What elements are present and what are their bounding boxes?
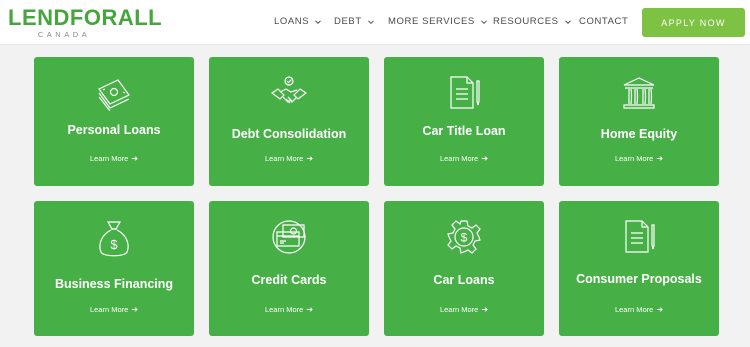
nav-loans[interactable]: LOANS (274, 16, 322, 27)
card-title: Credit Cards (251, 273, 327, 287)
card-car-loans[interactable]: $ Car Loans Learn More ➔ (384, 201, 544, 336)
learn-more-link[interactable]: Learn More ➔ (209, 305, 369, 314)
learn-more-link[interactable]: Learn More ➔ (559, 305, 719, 314)
learn-more-label: Learn More (614, 305, 654, 314)
arrow-right-icon: ➔ (306, 154, 314, 163)
nav-debt-label: DEBT (334, 16, 362, 27)
nav-more-services[interactable]: MORE SERVICES (388, 16, 488, 27)
logo[interactable]: LENDFORALL CANADA (8, 5, 163, 40)
arrow-right-icon: ➔ (656, 305, 664, 314)
learn-more-link[interactable]: Learn More ➔ (559, 154, 719, 163)
document-pen-icon (625, 220, 655, 253)
arrow-right-icon: ➔ (656, 154, 664, 163)
arrow-right-icon: ➔ (306, 305, 314, 314)
document-pen-icon (450, 76, 480, 109)
card-title: Home Equity (600, 127, 678, 141)
logo-country: CANADA (37, 30, 91, 39)
card-title: Personal Loans (67, 123, 161, 137)
svg-text:$: $ (461, 231, 468, 245)
handshake-icon (271, 76, 307, 104)
money-stack-icon (98, 79, 130, 111)
learn-more-link[interactable]: Learn More ➔ (34, 305, 194, 314)
learn-more-link[interactable]: Learn More ➔ (384, 305, 544, 314)
learn-more-label: Learn More (439, 305, 479, 314)
svg-text:$: $ (110, 237, 118, 252)
card-title: Consumer Proposals (576, 272, 702, 286)
learn-more-label: Learn More (264, 154, 304, 163)
card-title: Car Title Loan (422, 124, 506, 138)
arrow-right-icon: ➔ (131, 305, 139, 314)
nav-more-services-label: MORE SERVICES (388, 16, 475, 27)
site-header: LENDFORALL CANADA LOANS DEBT MORE SERVIC… (0, 0, 750, 45)
card-title: Debt Consolidation (231, 127, 347, 141)
learn-more-label: Learn More (264, 305, 304, 314)
nav-debt[interactable]: DEBT (334, 16, 375, 27)
logo-wordmark: LENDFORALL (8, 5, 163, 30)
apply-now-button[interactable]: APPLY NOW (642, 8, 745, 37)
card-business-financing[interactable]: $ Business Financing Learn More ➔ (34, 201, 194, 336)
bank-building-icon (623, 77, 655, 109)
card-title: Car Loans (433, 273, 495, 287)
learn-more-label: Learn More (439, 154, 479, 163)
nav-resources-label: RESOURCES (493, 16, 559, 27)
card-car-title-loan[interactable]: Car Title Loan Learn More ➔ (384, 57, 544, 186)
chevron-down-icon (315, 19, 322, 24)
nav-resources[interactable]: RESOURCES (493, 16, 572, 27)
arrow-right-icon: ➔ (481, 305, 489, 314)
learn-more-label: Learn More (89, 305, 129, 314)
chevron-down-icon (564, 19, 571, 24)
card-consumer-proposals[interactable]: Consumer Proposals Learn More ➔ (559, 201, 719, 336)
nav-contact-label: CONTACT (579, 16, 629, 27)
card-debt-consolidation[interactable]: Debt Consolidation Learn More ➔ (209, 57, 369, 186)
nav-loans-label: LOANS (274, 16, 310, 27)
learn-more-link[interactable]: Learn More ➔ (384, 154, 544, 163)
money-bag-icon: $ (99, 221, 129, 257)
chevron-down-icon (367, 19, 374, 24)
arrow-right-icon: ➔ (131, 154, 139, 163)
nav-contact[interactable]: CONTACT (579, 16, 628, 27)
arrow-right-icon: ➔ (481, 154, 489, 163)
learn-more-link[interactable]: Learn More ➔ (209, 154, 369, 163)
gear-dollar-icon: $ (447, 220, 481, 254)
card-title: Business Financing (54, 277, 174, 291)
chevron-down-icon (480, 19, 487, 24)
learn-more-label: Learn More (614, 154, 654, 163)
learn-more-link[interactable]: Learn More ➔ (34, 154, 194, 163)
card-personal-loans[interactable]: Personal Loans Learn More ➔ (34, 57, 194, 186)
learn-more-label: Learn More (89, 154, 129, 163)
card-credit-cards[interactable]: Credit Cards Learn More ➔ (209, 201, 369, 336)
credit-card-icon (272, 220, 306, 254)
card-home-equity[interactable]: Home Equity Learn More ➔ (559, 57, 719, 186)
